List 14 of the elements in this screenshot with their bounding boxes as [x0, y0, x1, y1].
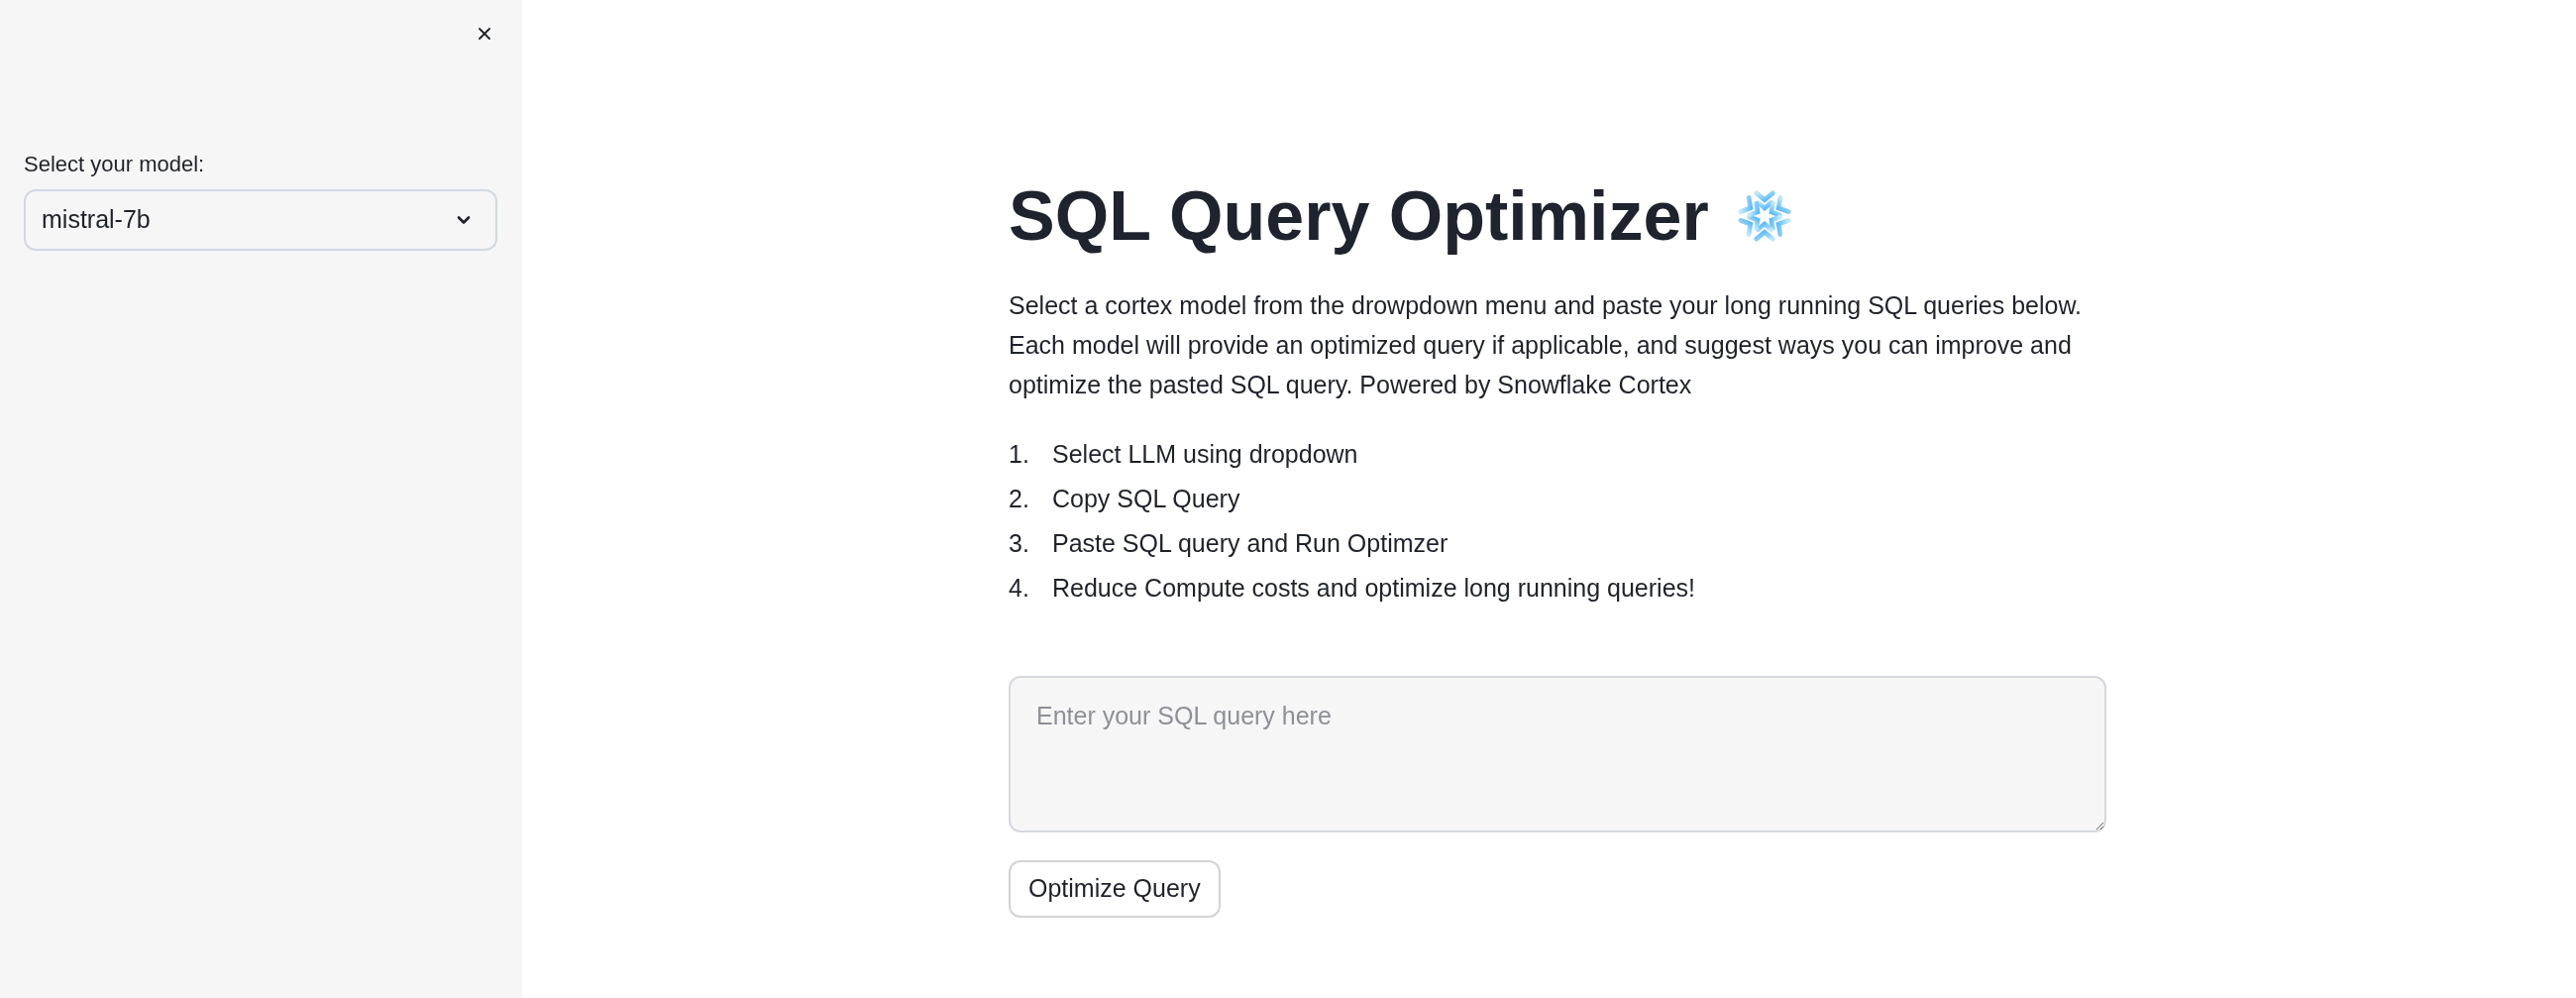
- step-number: 4.: [1009, 573, 1030, 604]
- model-select-label: Select your model:: [24, 151, 205, 178]
- step-number: 1.: [1009, 439, 1030, 470]
- step-text: Select LLM using dropdown: [1052, 439, 1358, 470]
- sql-query-field[interactable]: Enter your SQL query here: [1009, 676, 2106, 832]
- optimize-query-button[interactable]: Optimize Query: [1009, 860, 1221, 918]
- step-text: Reduce Compute costs and optimize long running queries!: [1052, 573, 1695, 604]
- step-text: Copy SQL Query: [1052, 484, 1240, 514]
- step-number: 3.: [1009, 528, 1030, 559]
- model-select[interactable]: mistral-7b: [24, 189, 497, 251]
- page-title: SQL Query Optimizer: [1009, 176, 1709, 257]
- step-text: Paste SQL query and Run Optimzer: [1052, 528, 1449, 559]
- step-number: 2.: [1009, 484, 1030, 514]
- description-text: Select a cortex model from the drowpdown menu and paste your long running SQL queries below. Each model will provide an optimized query if applicable, and suggest ways you can improve and optimize the pasted SQL query. Powered by Snowflake Cortex: [1009, 290, 2084, 400]
